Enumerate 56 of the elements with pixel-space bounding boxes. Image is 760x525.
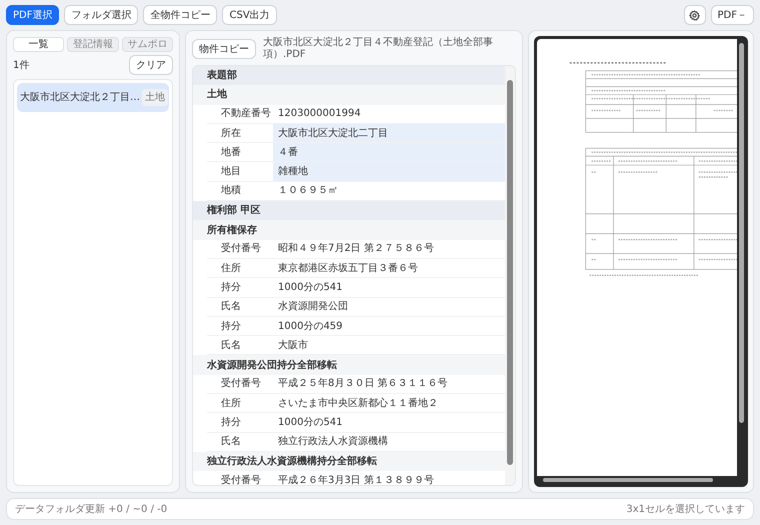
- field-value-cell[interactable]: 平成２６年3月3日 第１３８９９号: [273, 471, 505, 485]
- file-title: 大阪市北区大淀北２丁目…: [20, 90, 140, 105]
- section-header: 権利部 甲区: [193, 201, 505, 220]
- field-value-cell[interactable]: 雑種地: [273, 162, 505, 181]
- field-value-cell[interactable]: さいたま市中央区新都心１１番地２: [273, 394, 505, 412]
- settings-button[interactable]: [684, 5, 706, 25]
- type-tag: 土地: [142, 89, 168, 106]
- field-value-cell[interactable]: 1000分の541: [273, 278, 505, 297]
- file-list-item[interactable]: 大阪市北区大淀北２丁目… 土地: [17, 83, 169, 112]
- field-label: 地積: [220, 184, 242, 198]
- toolbar-button[interactable]: 全物件コピー: [143, 5, 218, 25]
- subsection-header: 土地: [193, 85, 505, 105]
- scrollbar[interactable]: [505, 66, 515, 485]
- field-value-cell[interactable]: 1000分の459: [273, 316, 505, 336]
- field-value-cell[interactable]: １０６９５㎡: [273, 182, 505, 200]
- field-label: 住所: [220, 396, 242, 411]
- clear-button[interactable]: クリア: [129, 55, 173, 75]
- field-label: 受付番号: [220, 242, 262, 256]
- field-label: 地番: [220, 146, 242, 160]
- field-label: 所在: [220, 126, 242, 141]
- field-value-cell[interactable]: 1000分の541: [273, 413, 505, 432]
- copy-button[interactable]: 物件コピー: [192, 38, 256, 58]
- subsection-header: 水資源開発公団持分全部移転: [193, 355, 505, 375]
- field-value-cell[interactable]: 昭和４９年7月2日 第２７５８６号: [273, 240, 505, 258]
- field-label: 住所: [220, 262, 242, 276]
- field-value-cell[interactable]: 水資源開発公団: [273, 298, 505, 316]
- subsection-header: 独立行政法人水資源機構持分全部移転: [193, 452, 505, 472]
- field-value-cell[interactable]: 大阪市北区大淀北二丁目: [273, 124, 505, 142]
- subsection-header: 所有権保存: [193, 220, 505, 240]
- field-value-cell[interactable]: 平成２５年8月３０日 第６３１１６号: [273, 374, 505, 394]
- field-label: 地目: [220, 164, 242, 180]
- field-label: 持分: [220, 320, 242, 334]
- toolbar-button[interactable]: フォルダ選択: [64, 5, 138, 25]
- toolbar-button[interactable]: PDF選択: [6, 5, 60, 25]
- toolbar-button[interactable]: CSV出力: [222, 5, 277, 25]
- file-name: 大阪市北区大淀北２丁目４不動産登記（土地全部事項）.PDF: [263, 37, 494, 60]
- selection-status-text: 3x1セルを選択しています: [626, 502, 745, 516]
- item-count: 1件: [13, 58, 30, 72]
- field-label: 氏名: [220, 300, 242, 314]
- field-label: 氏名: [220, 434, 242, 450]
- field-label: 受付番号: [220, 376, 262, 392]
- field-value-cell[interactable]: ４番: [273, 143, 505, 162]
- field-label: 受付番号: [220, 474, 262, 485]
- sync-status-text: データフォルダ更新 +0 / ~0 / -0: [15, 502, 168, 516]
- field-value-cell[interactable]: 大阪市: [273, 336, 505, 354]
- section-header: 表題部: [193, 66, 505, 86]
- field-value-cell[interactable]: 独立行政法人水資源機構: [273, 432, 505, 451]
- zoom-out-button[interactable]: PDF－: [710, 5, 754, 25]
- field-value-cell[interactable]: 1203000001994: [273, 104, 505, 123]
- field-label: 持分: [220, 280, 242, 295]
- field-label: 氏名: [220, 338, 242, 353]
- settings-icon: [689, 10, 700, 20]
- field-label: 持分: [220, 416, 242, 430]
- tab[interactable]: 一覧: [13, 37, 64, 52]
- field-label: 不動産番号: [220, 106, 272, 122]
- field-value-cell[interactable]: 東京都港区赤坂五丁目３番６号: [273, 258, 505, 278]
